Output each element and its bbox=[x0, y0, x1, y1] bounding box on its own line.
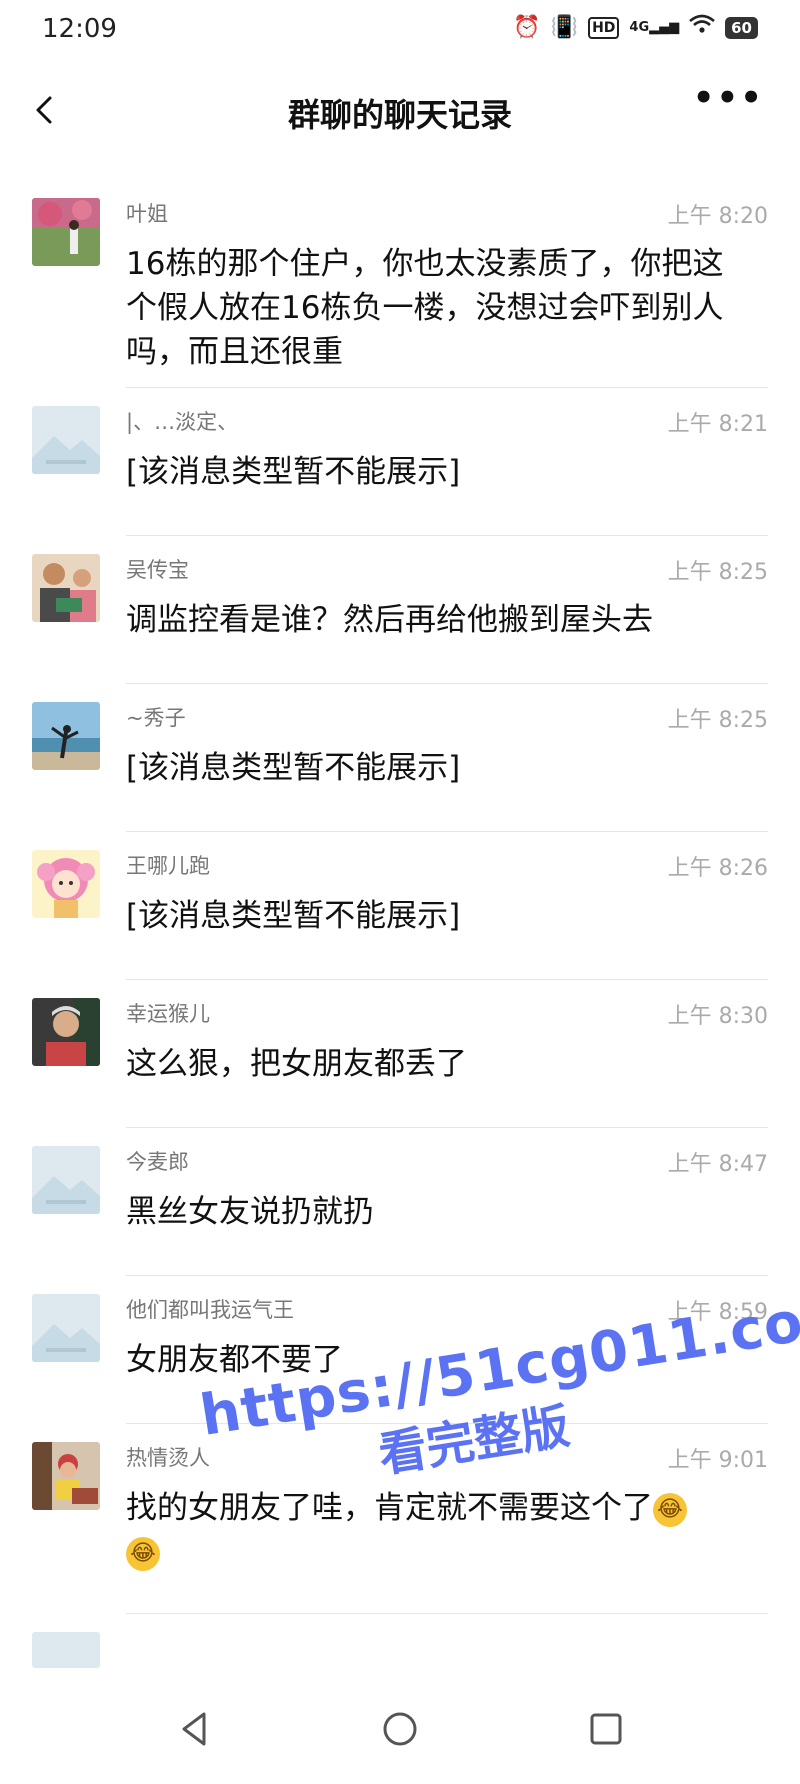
sender-name: 热情烫人 bbox=[126, 1446, 210, 1470]
avatar[interactable] bbox=[32, 998, 100, 1066]
message-time: 上午 8:20 bbox=[667, 204, 768, 229]
laughing-tears-emoji-icon: 😂 bbox=[126, 1536, 160, 1571]
message-time: 上午 8:30 bbox=[667, 1004, 768, 1029]
avatar[interactable] bbox=[32, 1442, 100, 1510]
sender-name: 他们都叫我运气王 bbox=[126, 1298, 294, 1322]
hd-badge: HD bbox=[588, 16, 620, 39]
message-text: [该消息类型暂不能展示] bbox=[126, 750, 461, 786]
laughing-tears-emoji-icon: 😂 bbox=[653, 1492, 687, 1527]
message-item[interactable]: 吴传宝 上午 8:25 调监控看是谁？然后再给他搬到屋头去 bbox=[0, 536, 800, 684]
avatar[interactable] bbox=[32, 1632, 100, 1668]
image-placeholder-icon bbox=[32, 1294, 100, 1362]
avatar[interactable] bbox=[32, 1294, 100, 1362]
chat-record-header: 群聊的聊天记录 ••• bbox=[0, 70, 800, 160]
battery-icon: 60 bbox=[725, 16, 758, 39]
avatar[interactable] bbox=[32, 702, 100, 770]
message-meta: 吴传宝 上午 8:25 bbox=[126, 554, 768, 585]
image-placeholder-icon bbox=[32, 1146, 100, 1214]
message-item-partial[interactable] bbox=[0, 1614, 800, 1680]
message-time: 上午 8:25 bbox=[667, 708, 768, 733]
message-time: 上午 8:47 bbox=[667, 1152, 768, 1177]
message-item[interactable]: |、…淡定、 上午 8:21 [该消息类型暂不能展示] bbox=[0, 388, 800, 536]
status-icons: ⏰ 📳 HD 4G▂▄▆ 60 bbox=[513, 14, 758, 41]
message-text: 这么狠，把女朋友都丢了 bbox=[126, 1046, 467, 1082]
avatar[interactable] bbox=[32, 1146, 100, 1214]
message-meta: |、…淡定、 上午 8:21 bbox=[126, 406, 768, 437]
status-bar: 12:09 ⏰ 📳 HD 4G▂▄▆ 60 bbox=[0, 0, 800, 60]
message-meta: 叶姐 上午 8:20 bbox=[126, 198, 768, 229]
system-nav-bar bbox=[0, 1674, 800, 1784]
message-text: 调监控看是谁？然后再给他搬到屋头去 bbox=[126, 602, 653, 638]
message-time: 上午 8:26 bbox=[667, 856, 768, 881]
alarm-icon: ⏰ bbox=[513, 14, 541, 40]
message-item[interactable]: 他们都叫我运气王 上午 8:59 女朋友都不要了 bbox=[0, 1276, 800, 1424]
message-meta: 幸运猴儿 上午 8:30 bbox=[126, 998, 768, 1029]
message-item[interactable]: 热情烫人 上午 9:01 找的女朋友了哇，肯定就不需要这个了 😂 😂 bbox=[0, 1424, 800, 1614]
message-text: [该消息类型暂不能展示] bbox=[126, 454, 461, 490]
avatar[interactable] bbox=[32, 554, 100, 622]
sender-name: 今麦郎 bbox=[126, 1150, 189, 1174]
avatar[interactable] bbox=[32, 850, 100, 918]
message-meta: 热情烫人 上午 9:01 bbox=[126, 1442, 768, 1473]
avatar[interactable] bbox=[32, 406, 100, 474]
nav-back-button[interactable] bbox=[172, 1706, 218, 1752]
network-type: 4G bbox=[629, 19, 650, 35]
message-meta: 他们都叫我运气王 上午 8:59 bbox=[126, 1294, 768, 1325]
message-time: 上午 8:25 bbox=[667, 560, 768, 585]
message-meta: 王哪儿跑 上午 8:26 bbox=[126, 850, 768, 881]
message-time: 上午 8:21 bbox=[667, 412, 768, 437]
message-time: 上午 9:01 bbox=[667, 1448, 768, 1473]
sender-name: 吴传宝 bbox=[126, 558, 189, 582]
image-placeholder-icon bbox=[32, 406, 100, 474]
message-meta: 今麦郎 上午 8:47 bbox=[126, 1146, 768, 1177]
avatar[interactable] bbox=[32, 198, 100, 266]
nav-home-button[interactable] bbox=[377, 1706, 423, 1752]
nav-recents-button[interactable] bbox=[583, 1706, 629, 1752]
sender-name: |、…淡定、 bbox=[126, 410, 239, 434]
message-meta: ~秀子 上午 8:25 bbox=[126, 702, 768, 733]
more-options-button[interactable]: ••• bbox=[693, 78, 764, 118]
circle-home-icon bbox=[383, 1712, 417, 1746]
status-time: 12:09 bbox=[42, 14, 117, 44]
message-text: 找的女朋友了哇，肯定就不需要这个了 😂 😂 bbox=[126, 1486, 740, 1574]
square-recents-icon bbox=[590, 1713, 622, 1745]
message-text: 16栋的那个住户，你也太没素质了，你把这个假人放在16栋负一楼，没想过会吓到别人… bbox=[126, 246, 724, 370]
sender-name: 王哪儿跑 bbox=[126, 854, 210, 878]
vibrate-icon: 📳 bbox=[550, 14, 579, 40]
message-item[interactable]: ~秀子 上午 8:25 [该消息类型暂不能展示] bbox=[0, 684, 800, 832]
message-item[interactable]: 王哪儿跑 上午 8:26 [该消息类型暂不能展示] bbox=[0, 832, 800, 980]
signal-icon: 4G▂▄▆ bbox=[629, 19, 680, 35]
triangle-back-icon bbox=[182, 1712, 206, 1746]
wifi-icon bbox=[689, 14, 715, 41]
message-text: 黑丝女友说扔就扔 bbox=[126, 1194, 374, 1230]
page-title: 群聊的聊天记录 bbox=[287, 96, 512, 134]
message-text: 女朋友都不要了 bbox=[126, 1342, 343, 1378]
message-list[interactable]: 叶姐 上午 8:20 16栋的那个住户，你也太没素质了，你把这个假人放在16栋负… bbox=[0, 180, 800, 1680]
message-item[interactable]: 叶姐 上午 8:20 16栋的那个住户，你也太没素质了，你把这个假人放在16栋负… bbox=[0, 180, 800, 388]
message-text: [该消息类型暂不能展示] bbox=[126, 898, 461, 934]
sender-name: ~秀子 bbox=[126, 706, 186, 730]
message-item[interactable]: 今麦郎 上午 8:47 黑丝女友说扔就扔 bbox=[0, 1128, 800, 1276]
message-text-content: 找的女朋友了哇，肯定就不需要这个了 bbox=[126, 1490, 653, 1526]
message-time: 上午 8:59 bbox=[667, 1300, 768, 1325]
message-item[interactable]: 幸运猴儿 上午 8:30 这么狠，把女朋友都丢了 bbox=[0, 980, 800, 1128]
sender-name: 幸运猴儿 bbox=[126, 1002, 210, 1026]
sender-name: 叶姐 bbox=[126, 202, 168, 226]
